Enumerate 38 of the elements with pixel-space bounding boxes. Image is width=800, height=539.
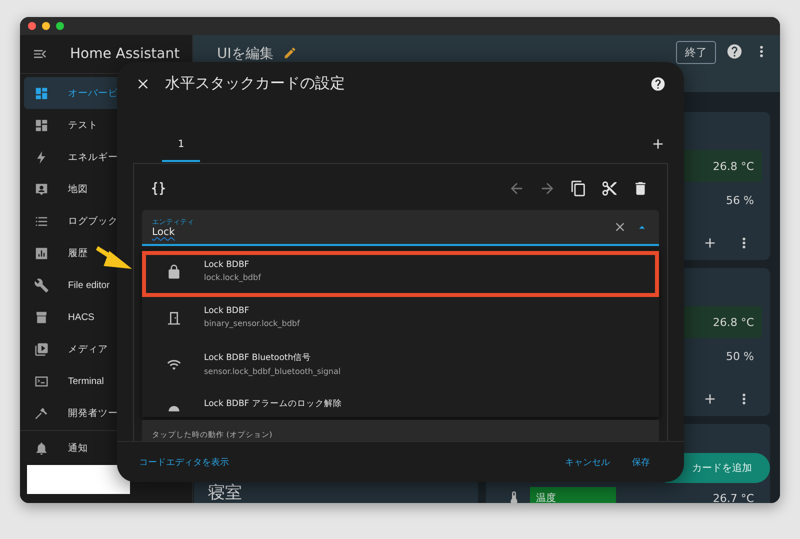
dashboard-icon (34, 118, 49, 132)
entity-value: 56 % (726, 194, 754, 206)
terminal-icon (34, 374, 49, 388)
help-icon[interactable] (650, 76, 666, 92)
done-button[interactable]: 終了 (676, 41, 716, 64)
wrench-icon (34, 278, 49, 292)
dashboard-icon (34, 86, 49, 100)
code-editor-link[interactable]: コードエディタを表示 (139, 456, 229, 468)
entity-value: 26.8 °C (712, 316, 754, 328)
bar-chart-icon (34, 246, 49, 260)
entity-option[interactable]: Lock BDBF lock.lock_bdbf (142, 251, 659, 297)
card-title: 寝室 (207, 482, 243, 503)
entity-value: 50 % (726, 350, 754, 362)
bell-icon (34, 440, 49, 456)
lock-icon (166, 264, 182, 280)
door-icon (166, 310, 182, 326)
tab[interactable]: 1 (162, 128, 200, 162)
page-title: UIを編集 (217, 45, 274, 63)
hammer-icon (34, 406, 49, 420)
person-card-icon (34, 182, 49, 196)
help-icon[interactable] (726, 43, 743, 60)
entity-value: 26.8 °C (712, 160, 754, 172)
close-dot[interactable] (28, 22, 36, 30)
app-title: Home Assistant (70, 46, 180, 62)
minimize-dot[interactable] (42, 22, 50, 30)
copy-icon[interactable] (570, 180, 587, 196)
entity-value: 26.7 °C (712, 492, 754, 503)
play-icon (34, 342, 49, 356)
clear-icon[interactable] (613, 220, 627, 234)
cancel-button[interactable]: キャンセル (559, 452, 616, 472)
pointer-arrow (96, 246, 132, 269)
entity-label: 温度 (530, 487, 616, 503)
pencil-icon[interactable] (283, 46, 298, 60)
sidebar-item[interactable]: 地図 (24, 173, 188, 205)
zoom-dot[interactable] (56, 22, 64, 30)
save-button[interactable]: 保存 (626, 452, 656, 472)
scissors-icon[interactable] (601, 180, 618, 196)
braces-icon[interactable] (150, 180, 167, 196)
